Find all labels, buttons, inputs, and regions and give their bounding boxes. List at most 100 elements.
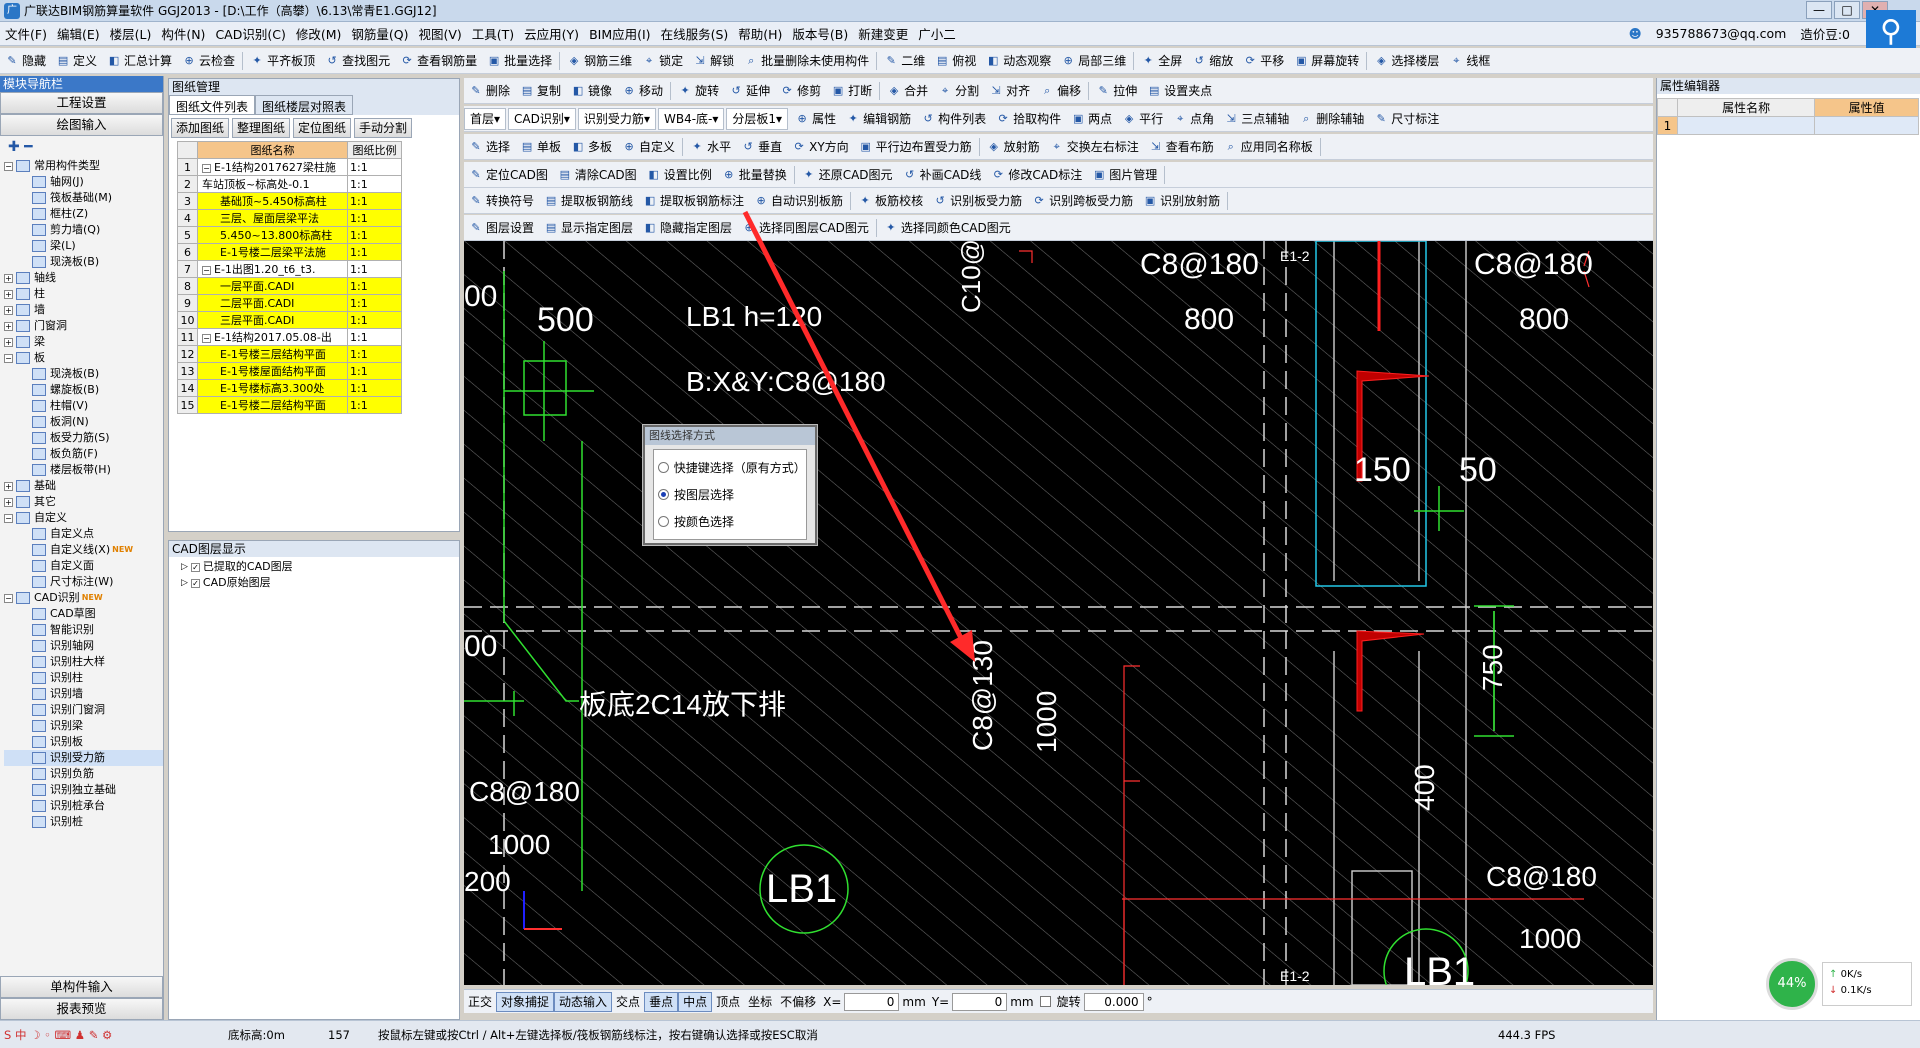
main-button-3[interactable]: ⊕ 云检查 xyxy=(177,50,240,72)
rotate-checkbox[interactable] xyxy=(1039,996,1051,1007)
drawing-name-cell[interactable]: − E-1结构2017627梁柱施 xyxy=(197,158,348,176)
table-row[interactable]: 2 车站顶板~标高处-0.1 1:1 xyxy=(177,175,402,193)
tree-node[interactable]: 识别轴网 xyxy=(4,638,163,654)
main-button-2[interactable]: ◧ 汇总计算 xyxy=(102,50,177,72)
menu-item-2[interactable]: 楼层(L) xyxy=(105,24,157,43)
tree-node[interactable]: 柱帽(V) xyxy=(4,398,163,414)
main-button-6[interactable]: ⟳ 查看钢筋量 xyxy=(395,50,482,72)
edit-button-10[interactable]: ⇲ 对齐 xyxy=(984,80,1035,102)
draw-button-4[interactable]: ✦ 水平 xyxy=(685,136,736,158)
cad1-button-3[interactable]: ⊕ 批量替换 xyxy=(717,164,792,186)
main-button-14[interactable]: ◧ 动态观察 xyxy=(981,50,1056,72)
dropdown-layer[interactable]: 分层板1 ▾ xyxy=(726,107,789,130)
tree-node[interactable]: 识别桩 xyxy=(4,814,163,830)
main-button-16[interactable]: ✦ 全屏 xyxy=(1136,50,1187,72)
dropdown-cad[interactable]: CAD识别 ▾ xyxy=(508,107,576,130)
select-tool-5[interactable]: ◈ 平行 xyxy=(1117,108,1168,130)
table-row[interactable]: 8 一层平面.CADI 1:1 xyxy=(177,277,402,295)
snap-toggle-3[interactable]: 交点 xyxy=(612,992,644,1012)
select-tool-1[interactable]: ✦ 编辑钢筋 xyxy=(841,108,916,130)
tree-node[interactable]: 识别受力筋 xyxy=(4,750,163,766)
table-row[interactable]: 4 三层、屋面层梁平法 1:1 xyxy=(177,209,402,227)
tree-node[interactable]: + 柱 xyxy=(4,286,163,302)
dropdown-comp[interactable]: WB4-底- ▾ xyxy=(657,107,725,130)
drawing-name-cell[interactable]: 基础顶~5.450标高柱 xyxy=(197,192,348,210)
drawing-name-cell[interactable]: 二层平面.CADI xyxy=(197,294,348,312)
radio-option-2[interactable]: 按颜色选择 xyxy=(658,508,802,535)
radio-option-0[interactable]: 快捷键选择（原有方式） xyxy=(658,454,806,481)
prop-name-cell[interactable] xyxy=(1676,116,1816,135)
table-row[interactable]: 11− E-1结构2017.05.08-出 1:1 xyxy=(177,328,402,346)
select-tool-3[interactable]: ⟳ 拾取构件 xyxy=(991,108,1066,130)
drawing-name-cell[interactable]: 车站顶板~标高处-0.1 xyxy=(197,175,348,193)
table-row[interactable]: 1− E-1结构2017627梁柱施 1:1 xyxy=(177,158,402,176)
tree-node[interactable]: 梁(L) xyxy=(4,238,163,254)
edit-button-8[interactable]: ◈ 合并 xyxy=(882,80,933,102)
main-button-7[interactable]: ▣ 批量选择 xyxy=(482,50,557,72)
main-button-1[interactable]: ▤ 定义 xyxy=(51,50,102,72)
tree-node[interactable]: 识别独立基础 xyxy=(4,782,163,798)
cad3-button-4[interactable]: ✦ 选择同颜色CAD图元 xyxy=(879,217,1016,239)
draw-button-3[interactable]: ⊕ 自定义 xyxy=(617,136,680,158)
cad1-button-2[interactable]: ◧ 设置比例 xyxy=(642,164,717,186)
table-row[interactable]: 14 E-1号楼标高3.300处 1:1 xyxy=(177,379,402,397)
menu-item-7[interactable]: 视图(V) xyxy=(413,24,466,43)
select-tool-8[interactable]: ⌕ 删除辅轴 xyxy=(1294,108,1369,130)
menu-item-1[interactable]: 编辑(E) xyxy=(52,24,105,43)
draw-button-1[interactable]: ▤ 单板 xyxy=(515,136,566,158)
draw-button-7[interactable]: ▣ 平行边布置受力筋 xyxy=(854,136,977,158)
tab-floor-map[interactable]: 图纸楼层对照表 xyxy=(255,95,354,115)
collapse-icon[interactable]: − xyxy=(202,266,211,275)
edit-button-3[interactable]: ⊕ 移动 xyxy=(617,80,668,102)
main-button-20[interactable]: ◈ 选择楼层 xyxy=(1369,50,1444,72)
expand-icon[interactable]: + xyxy=(4,273,13,283)
tree-node[interactable]: − 自定义 xyxy=(4,510,163,526)
select-tool-0[interactable]: ⊕ 属性 xyxy=(790,108,841,130)
select-tool-9[interactable]: ✎ 尺寸标注 xyxy=(1369,108,1444,130)
main-button-15[interactable]: ⊕ 局部三维 xyxy=(1056,50,1131,72)
tree-node[interactable]: + 门窗洞 xyxy=(4,318,163,334)
menu-item-12[interactable]: 帮助(H) xyxy=(733,24,787,43)
main-button-13[interactable]: ▤ 俯视 xyxy=(930,50,981,72)
expand-icon[interactable]: + xyxy=(4,289,13,299)
edit-button-9[interactable]: ⌖ 分割 xyxy=(933,80,984,102)
cad2-button-3[interactable]: ⊕ 自动识别板筋 xyxy=(749,190,848,212)
table-row[interactable]: 7− E-1出图1.20_t6_t3. 1:1 xyxy=(177,260,402,278)
tree-node[interactable]: 楼层板带(H) xyxy=(4,462,163,478)
cad2-button-1[interactable]: ▤ 提取板钢筋线 xyxy=(539,190,638,212)
menu-item-0[interactable]: 文件(F) xyxy=(0,24,52,43)
table-row[interactable]: 13 E-1号楼屋面结构平面 1:1 xyxy=(177,362,402,380)
menu-item-10[interactable]: BIM应用(I) xyxy=(584,24,656,43)
cad3-button-2[interactable]: ◧ 隐藏指定图层 xyxy=(638,217,737,239)
tree-node[interactable]: 现浇板(B) xyxy=(4,366,163,382)
tree-node[interactable]: 框柱(Z) xyxy=(4,206,163,222)
radio-option-1[interactable]: 按图层选择 xyxy=(658,481,802,508)
snap-toggle-1[interactable]: 对象捕捉 xyxy=(496,991,555,1012)
main-button-4[interactable]: ✦ 平齐板顶 xyxy=(245,50,320,72)
menu-item-4[interactable]: CAD识别(C) xyxy=(210,24,290,43)
table-row[interactable]: 12 E-1号楼三层结构平面 1:1 xyxy=(177,345,402,363)
tree-node[interactable]: + 其它 xyxy=(4,494,163,510)
menu-item-5[interactable]: 修改(M) xyxy=(291,24,347,43)
tree-node[interactable]: CAD草图 xyxy=(4,606,163,622)
cad2-button-2[interactable]: ◧ 提取板钢筋标注 xyxy=(638,190,749,212)
expand-icon[interactable]: − xyxy=(4,593,13,603)
drawing-name-cell[interactable]: 5.450~13.800标高柱 xyxy=(197,226,348,244)
main-button-8[interactable]: ◈ 钢筋三维 xyxy=(562,50,637,72)
tree-node[interactable]: 筏板基础(M) xyxy=(4,190,163,206)
drawing-name-cell[interactable]: 三层、屋面层梁平法 xyxy=(197,209,348,227)
drawing-btn-3[interactable]: 手动分割 xyxy=(354,118,413,138)
tree-node[interactable]: 板负筋(F) xyxy=(4,446,163,462)
layer-extracted[interactable]: ▷ ✓ 已提取的CAD图层 xyxy=(181,559,447,575)
snap-toggle-8[interactable]: 不偏移 xyxy=(776,992,820,1012)
single-component-button[interactable]: 单构件输入 xyxy=(0,976,163,998)
tree-node[interactable]: − CAD识别 NEW xyxy=(4,590,163,606)
radio-icon[interactable] xyxy=(658,489,669,500)
table-row[interactable]: 3 基础顶~5.450标高柱 1:1 xyxy=(177,192,402,210)
edit-button-12[interactable]: ✎ 拉伸 xyxy=(1091,80,1142,102)
tree-node[interactable]: 识别负筋 xyxy=(4,766,163,782)
table-row[interactable]: 5 5.450~13.800标高柱 1:1 xyxy=(177,226,402,244)
table-row[interactable]: 10 三层平面.CADI 1:1 xyxy=(177,311,402,329)
edit-button-1[interactable]: ▤ 复制 xyxy=(515,80,566,102)
drawing-name-cell[interactable]: E-1号楼二层梁平法施 xyxy=(197,243,348,261)
